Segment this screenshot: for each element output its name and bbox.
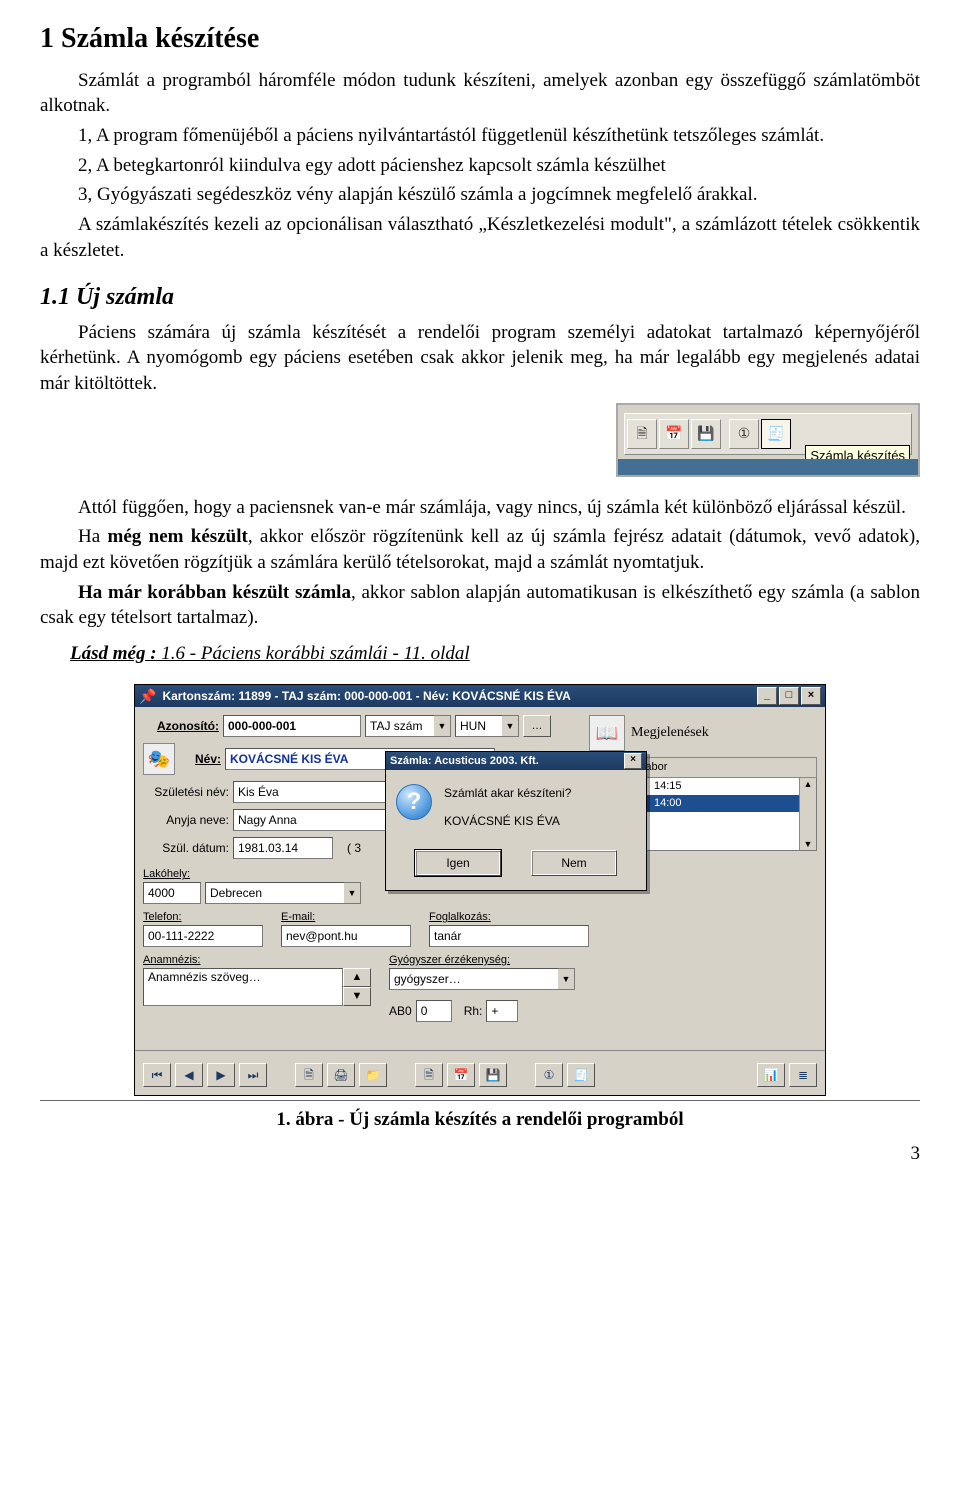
window-controls: _ □ × (757, 687, 821, 705)
text: Ha (78, 526, 108, 547)
paragraph: Ha már korábban készült számla, akkor sa… (40, 580, 920, 631)
allergy-combo[interactable]: gyógyszer…▼ (389, 968, 575, 990)
phone-field[interactable]: 00-111-2222 (143, 925, 263, 947)
dialog-close-button[interactable]: × (624, 753, 642, 769)
nav-new-icon[interactable]: 🗎 (415, 1063, 443, 1087)
appointments-title: Megjelenések (631, 724, 709, 743)
mothername-field[interactable]: Nagy Anna (233, 809, 393, 831)
label-rh: Rh: (464, 1003, 483, 1019)
nav-excel-icon[interactable]: 📊 (757, 1063, 785, 1087)
page-number: 3 (40, 1141, 920, 1167)
paragraph: 3, Gyógyászati segédeszköz vény alapján … (40, 182, 920, 208)
calendar-book-icon: 📖 (589, 715, 625, 751)
bold-text: Ha már korábban készült számla (78, 582, 351, 603)
dialog-line2: KOVÁCSNÉ KIS ÉVA (444, 812, 571, 830)
nav-calendar-icon[interactable]: 📅 (447, 1063, 475, 1087)
bold-text: még nem készült (108, 526, 248, 547)
confirm-dialog: Számla: Acusticus 2003. Kft. × ? Számlát… (385, 751, 647, 891)
label-gyogyerz: Gyógyszer érzékenység: (389, 953, 575, 968)
birthdate-field[interactable]: 1981.03.14 (233, 837, 333, 859)
titlebar: Kartonszám: 11899 - TAJ szám: 000-000-00… (135, 685, 825, 707)
label-anyja: Anyja neve: (143, 812, 229, 828)
abo-field[interactable]: 0 (416, 1000, 452, 1022)
id-lookup-button[interactable]: … (523, 715, 551, 737)
label-lakohely: Lakóhely: (143, 868, 190, 880)
rh-field[interactable]: + (486, 1000, 518, 1022)
idtype-combo[interactable]: TAJ szám▼ (365, 715, 451, 737)
label-telefon: Telefon: (143, 910, 263, 925)
label-szuldat: Szül. dátum: (143, 840, 229, 856)
paragraph: A számlakészítés kezeli az opcionálisan … (40, 212, 920, 263)
nav-folder-icon[interactable]: 📁 (359, 1063, 387, 1087)
dialog-line1: Számlát akar készíteni? (444, 784, 571, 802)
no-button[interactable]: Nem (531, 850, 617, 876)
paragraph: 2, A betegkartonról kiindulva egy adott … (40, 153, 920, 179)
label-nev: Név: (181, 751, 221, 767)
birthname-field[interactable]: Kis Éva (233, 781, 393, 803)
label-szulnev: Születési név: (143, 784, 229, 800)
nav-toolbar: ⏮ ◀ ▶ ⏭ 🗎 🖨 📁 🗎 📅 💾 ① 🧾 📊 ≣ (135, 1059, 825, 1095)
paragraph: Páciens számára új számla készítését a r… (40, 320, 920, 397)
pin-icon (139, 687, 156, 706)
close-button[interactable]: × (801, 687, 821, 705)
label-azonosito: Azonosító: (143, 718, 219, 734)
label-email: E-mail: (281, 910, 411, 925)
nav-prev-icon[interactable]: ◀ (175, 1063, 203, 1087)
maximize-button[interactable]: □ (779, 687, 799, 705)
dialog-text: Számlát akar készíteni? KOVÁCSNÉ KIS ÉVA (444, 784, 571, 830)
question-icon: ? (396, 784, 432, 820)
figure-caption: 1. ábra - Új számla készítés a rendelői … (40, 1107, 920, 1133)
nav-list-icon[interactable]: ≣ (789, 1063, 817, 1087)
paragraph: Attól függően, hogy a paciensnek van-e m… (40, 495, 920, 521)
nav-last-icon[interactable]: ⏭ (239, 1063, 267, 1087)
label-foglalkozas: Foglalkozás: (429, 910, 589, 925)
form-body: 📖 Megjelenések időpont / Labor .01.07 14… (135, 707, 825, 1042)
nav-next-icon[interactable]: ▶ (207, 1063, 235, 1087)
toolbar-invoice-button[interactable]: 🧾 (761, 419, 791, 449)
city-combo[interactable]: Debrecen▼ (205, 882, 361, 904)
paragraph: Számlát a programból háromféle módon tud… (40, 68, 920, 119)
country-combo[interactable]: HUN▼ (455, 715, 519, 737)
id-field[interactable]: 000-000-001 (223, 715, 361, 737)
heading-1: 1 Számla készítése (40, 20, 920, 58)
toolbar-circled-1[interactable]: ① (729, 419, 759, 449)
heading-1-1: 1.1 Új számla (40, 281, 920, 313)
see-also-text: 1.6 - Páciens korábbi számlái - 11. olda… (157, 643, 470, 664)
nav-first-icon[interactable]: ⏮ (143, 1063, 171, 1087)
nav-circled1-icon[interactable]: ① (535, 1063, 563, 1087)
job-field[interactable]: tanár (429, 925, 589, 947)
nav-save-icon[interactable]: 💾 (479, 1063, 507, 1087)
scroll-down-button[interactable]: ▼ (343, 987, 371, 1006)
window-title: Kartonszám: 11899 - TAJ szám: 000-000-00… (162, 688, 757, 704)
zip-field[interactable]: 4000 (143, 882, 201, 904)
minimize-button[interactable]: _ (757, 687, 777, 705)
label-abo: AB0 (389, 1003, 412, 1019)
divider (40, 1100, 920, 1101)
dialog-titlebar: Számla: Acusticus 2003. Kft. × (386, 752, 646, 770)
toolbar-new-icon[interactable]: 🗎 (627, 419, 657, 449)
paragraph: Ha még nem készült, akkor először rögzít… (40, 524, 920, 575)
toolbar-calendar-icon[interactable]: 📅 (659, 419, 689, 449)
dialog-title: Számla: Acusticus 2003. Kft. (390, 754, 539, 769)
paragraph: 1, A program főmenüjéből a páciens nyilv… (40, 123, 920, 149)
app-window: Kartonszám: 11899 - TAJ szám: 000-000-00… (134, 684, 826, 1096)
email-field[interactable]: nev@pont.hu (281, 925, 411, 947)
yes-button[interactable]: Igen (415, 850, 501, 876)
mask-icon: 🎭 (143, 743, 175, 775)
nav-print-icon[interactable]: 🖨 (327, 1063, 355, 1087)
toolbar-screenshot: 🗎 📅 💾 ① 🧾 Számla készítés (616, 403, 920, 477)
label-anamnezis: Anamnézis: (143, 953, 371, 968)
toolbar-save-icon[interactable]: 💾 (691, 419, 721, 449)
anamnezis-field[interactable]: Anamnézis szöveg… (143, 968, 343, 1006)
scrollbar[interactable]: ▲▼ (799, 778, 816, 850)
see-also-label: Lásd még : (70, 643, 157, 664)
see-also-link: Lásd még : 1.6 - Páciens korábbi számlái… (70, 641, 470, 667)
label-age: ( 3 (337, 840, 361, 856)
nav-doc-icon[interactable]: 🗎 (295, 1063, 323, 1087)
scroll-up-button[interactable]: ▲ (343, 968, 371, 987)
toolbar-bottom-bar (618, 459, 918, 475)
nav-invoice-icon[interactable]: 🧾 (567, 1063, 595, 1087)
